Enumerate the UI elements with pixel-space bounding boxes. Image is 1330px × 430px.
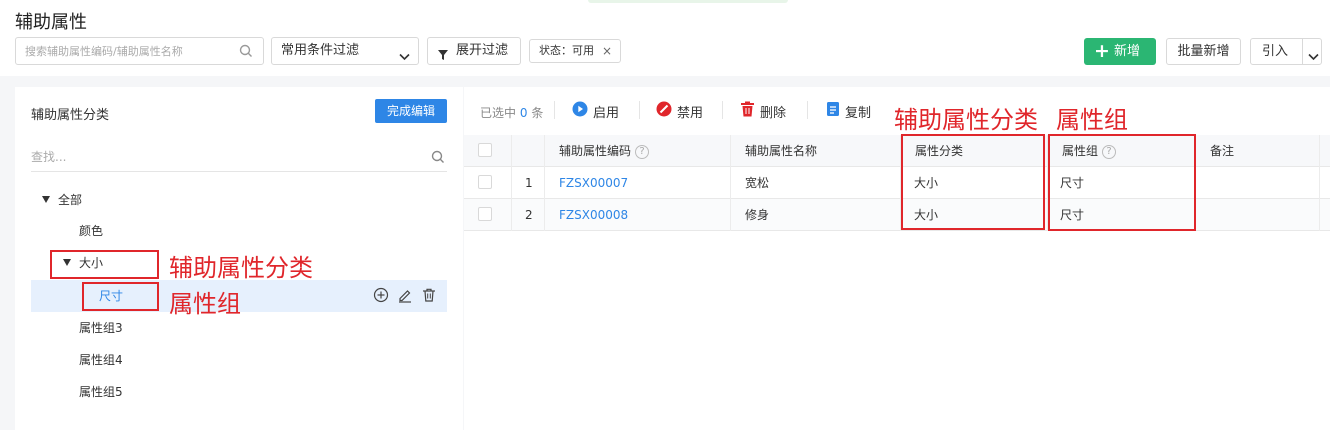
attribute-list-panel: 已选中 0 条 启用 禁用 删除 复制 辅助属性编码 ? 辅助属性名称 属性分类… xyxy=(464,87,1330,430)
selected-prefix: 已选中 xyxy=(480,106,517,120)
plus-icon: + xyxy=(1094,40,1110,62)
annotation-label-group-tree: 属性组 xyxy=(169,290,241,318)
row-code-link[interactable]: FZSX00007 xyxy=(545,167,731,199)
copy-label: 复制 xyxy=(845,105,872,121)
search-input[interactable] xyxy=(16,38,231,64)
delete-node-icon[interactable] xyxy=(421,287,437,306)
copy-button[interactable]: 复制 xyxy=(826,101,871,121)
row-remark xyxy=(1196,199,1320,231)
tree-node-group5[interactable]: 属性组5 xyxy=(79,380,123,404)
chevron-down-icon xyxy=(399,46,410,72)
page-title: 辅助属性 xyxy=(15,12,87,33)
new-button-label: 新增 xyxy=(1114,44,1141,59)
annotation-label-group-column: 属性组 xyxy=(1056,106,1128,134)
row-index: 2 xyxy=(512,199,545,231)
import-button[interactable]: 引入 xyxy=(1250,38,1322,65)
tree-node-label: 全部 xyxy=(58,193,83,207)
annotation-label-category-tree: 辅助属性分类 xyxy=(169,254,313,282)
tree-node-color[interactable]: 颜色 xyxy=(79,219,103,243)
import-label: 引入 xyxy=(1262,44,1289,59)
status-filter-tag: 状态：可用 × xyxy=(529,39,621,63)
page-header: 辅助属性 常用条件过滤 展开过滤 状态：可用 × + 新增 批量新增 引入 xyxy=(0,0,1330,76)
select-all-checkbox[interactable] xyxy=(478,143,492,157)
header-code-cell[interactable]: 辅助属性编码? xyxy=(545,135,731,167)
selected-suffix: 条 xyxy=(531,106,544,120)
tree-node-all[interactable]: 全部 xyxy=(42,188,82,212)
expand-filter-label: 展开过滤 xyxy=(456,43,509,58)
row-select-cell xyxy=(464,167,512,199)
row-index: 1 xyxy=(512,167,545,199)
table-header-row: 辅助属性编码? 辅助属性名称 属性分类 属性组? 备注 xyxy=(464,135,1330,167)
funnel-icon xyxy=(437,45,449,71)
toolbar-divider xyxy=(554,101,555,119)
edit-node-icon[interactable] xyxy=(397,287,413,306)
annotation-box-group-column xyxy=(1048,134,1196,231)
tree-search-field[interactable] xyxy=(31,144,447,172)
header-remark-cell[interactable]: 备注 xyxy=(1196,135,1320,167)
annotation-box-group-node xyxy=(82,282,159,311)
annotation-label-category-column: 辅助属性分类 xyxy=(894,106,1038,134)
table-row[interactable]: 2 FZSX00008 修身 大小 尺寸 xyxy=(464,199,1330,231)
ban-icon xyxy=(656,101,672,121)
toast-indicator xyxy=(588,0,788,3)
tree-node-group4[interactable]: 属性组4 xyxy=(79,348,123,372)
filter-select[interactable]: 常用条件过滤 xyxy=(271,37,419,65)
trash-icon xyxy=(740,101,755,121)
row-checkbox[interactable] xyxy=(478,207,492,221)
caret-down-icon[interactable] xyxy=(42,196,50,203)
filter-select-value: 常用条件过滤 xyxy=(281,43,360,58)
expand-filter-button[interactable]: 展开过滤 xyxy=(427,37,521,65)
enable-button[interactable]: 启用 xyxy=(572,101,619,121)
tree-node-group3[interactable]: 属性组3 xyxy=(79,316,123,340)
search-icon[interactable] xyxy=(239,44,253,61)
new-button[interactable]: + 新增 xyxy=(1084,38,1156,65)
disable-button[interactable]: 禁用 xyxy=(656,101,703,121)
row-checkbox[interactable] xyxy=(478,175,492,189)
toolbar-divider xyxy=(639,101,640,119)
header-index-cell xyxy=(512,135,545,167)
row-remark xyxy=(1196,167,1320,199)
status-tag-label: 状态：可用 xyxy=(539,44,594,57)
header-code-label: 辅助属性编码 xyxy=(559,144,632,158)
disable-label: 禁用 xyxy=(677,105,704,121)
search-field[interactable] xyxy=(15,37,264,65)
selected-number: 0 xyxy=(519,106,528,120)
row-select-cell xyxy=(464,199,512,231)
done-editing-button[interactable]: 完成编辑 xyxy=(375,99,447,123)
copy-icon xyxy=(826,101,840,121)
annotation-box-category-node xyxy=(50,250,159,279)
row-name: 修身 xyxy=(731,199,901,231)
chevron-down-icon[interactable] xyxy=(1308,46,1319,72)
tree-search-input[interactable] xyxy=(31,144,411,170)
toolbar-divider xyxy=(807,101,808,119)
add-node-icon[interactable] xyxy=(373,287,389,306)
table-row[interactable]: 1 FZSX00007 宽松 大小 尺寸 xyxy=(464,167,1330,199)
toolbar-divider xyxy=(722,101,723,119)
search-icon[interactable] xyxy=(431,150,445,167)
batch-new-button[interactable]: 批量新增 xyxy=(1166,38,1241,65)
header-select-cell xyxy=(464,135,512,167)
enable-label: 启用 xyxy=(593,105,620,121)
row-code-link[interactable]: FZSX00008 xyxy=(545,199,731,231)
delete-label: 删除 xyxy=(760,105,787,121)
play-circle-icon xyxy=(572,101,588,121)
close-icon[interactable]: × xyxy=(602,40,612,62)
header-name-cell[interactable]: 辅助属性名称 xyxy=(731,135,901,167)
row-name: 宽松 xyxy=(731,167,901,199)
delete-button[interactable]: 删除 xyxy=(740,101,786,121)
tree-panel-title: 辅助属性分类 xyxy=(31,108,110,123)
annotation-box-category-column xyxy=(901,134,1045,230)
batch-new-label: 批量新增 xyxy=(1177,44,1230,59)
selected-count: 已选中 0 条 xyxy=(480,104,543,121)
help-icon[interactable]: ? xyxy=(635,145,650,159)
tree-node-actions xyxy=(373,287,437,306)
import-divider xyxy=(1302,39,1303,64)
